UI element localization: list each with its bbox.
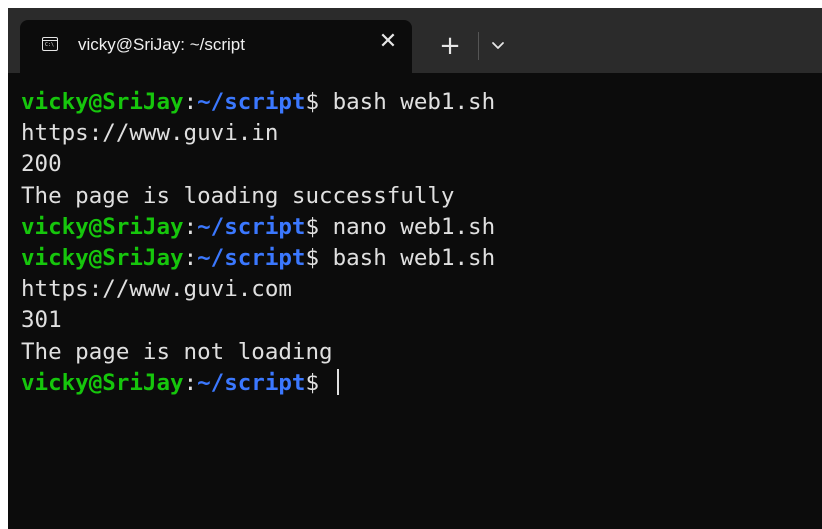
- prompt-separator: :: [183, 213, 198, 240]
- tab-separator: [478, 32, 479, 60]
- prompt-path: ~/script: [197, 369, 306, 396]
- output-line: https://www.guvi.com: [21, 276, 292, 303]
- terminal-window: C:\ vicky@SriJay: ~/script ✕ + vicky@Sri…: [8, 8, 822, 529]
- prompt-line: vicky@SriJay:~/script$ bash web1.sh: [21, 87, 811, 118]
- terminal-output[interactable]: vicky@SriJay:~/script$ bash web1.sh https…: [21, 87, 811, 399]
- prompt-dollar: $: [305, 244, 320, 271]
- prompt-line: vicky@SriJay:~/script$ nano web1.sh: [21, 212, 811, 243]
- output-line: The page is not loading: [21, 338, 333, 365]
- output-line: The page is loading successfully: [21, 182, 455, 209]
- prompt-dollar: $: [305, 213, 320, 240]
- tab-title: vicky@SriJay: ~/script: [78, 35, 245, 54]
- prompt-dollar: $: [305, 369, 320, 396]
- close-icon[interactable]: ✕: [378, 31, 398, 53]
- prompt-dollar: $: [305, 89, 320, 115]
- title-bar: C:\ vicky@SriJay: ~/script ✕ +: [8, 8, 822, 73]
- prompt-user: vicky@SriJay: [21, 369, 184, 396]
- prompt-path: ~/script: [197, 89, 306, 115]
- prompt-command: nano web1.sh: [319, 213, 496, 240]
- prompt-line: vicky@SriJay:~/script$ bash web1.sh: [21, 243, 811, 274]
- prompt-user: vicky@SriJay: [21, 244, 184, 271]
- prompt-command: [319, 370, 333, 396]
- terminal-icon-text: C:\: [45, 42, 55, 48]
- terminal-icon: C:\: [42, 37, 58, 51]
- chevron-down-icon[interactable]: [490, 36, 506, 56]
- new-tab-button[interactable]: +: [438, 33, 462, 59]
- prompt-line: vicky@SriJay:~/script$: [21, 368, 811, 399]
- prompt-command: bash web1.sh: [319, 89, 496, 115]
- tab-terminal[interactable]: C:\ vicky@SriJay: ~/script ✕: [20, 20, 412, 73]
- prompt-path: ~/script: [197, 213, 306, 240]
- output-line: 301: [21, 307, 62, 334]
- output-line: https://www.guvi.in: [21, 120, 279, 147]
- prompt-user: vicky@SriJay: [21, 213, 184, 240]
- prompt-separator: :: [183, 89, 198, 115]
- prompt-path: ~/script: [197, 244, 306, 271]
- prompt-user: vicky@SriJay: [21, 89, 184, 115]
- prompt-command: bash web1.sh: [319, 244, 496, 271]
- output-line: 200: [21, 151, 62, 178]
- prompt-separator: :: [183, 369, 198, 396]
- prompt-separator: :: [183, 244, 198, 271]
- text-cursor: [336, 368, 339, 395]
